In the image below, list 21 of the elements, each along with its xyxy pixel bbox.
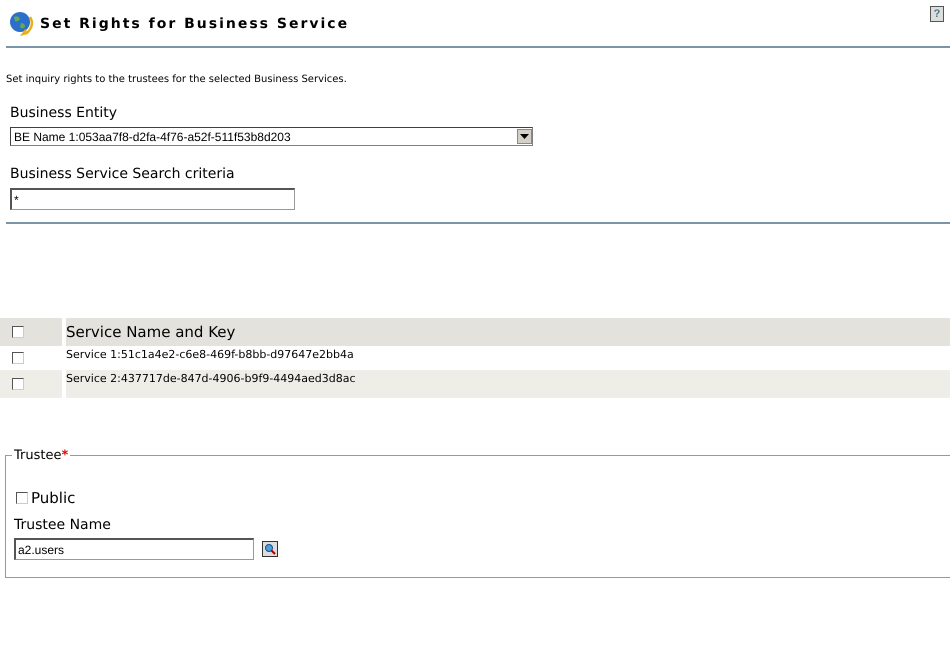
checkbox-label: Public: [31, 489, 76, 507]
trustee-name-field[interactable]: a2.users: [14, 538, 254, 560]
globe-icon: [8, 11, 34, 37]
row-checkbox[interactable]: [12, 378, 24, 390]
search-button[interactable]: [262, 541, 278, 557]
table-cell-text: Service 1:51c1a4e2-c6e8-469f-b8bb-d97647e2bb4a: [66, 347, 355, 363]
group-legend: Trustee: [14, 448, 62, 463]
table-cell: Service 2:437717de-847d-4906-b9f9-4494aed3d8ac: [66, 370, 950, 398]
description-text: Set inquiry rights to the trustees for the selected Business Services.: [6, 74, 348, 85]
field-label: Business Service Search criteria: [10, 166, 236, 182]
page-title: Set Rights for Business Service: [40, 16, 350, 32]
row-checkbox[interactable]: [12, 352, 24, 364]
required-mark: *: [61, 448, 68, 463]
field-label: Business Entity: [10, 105, 118, 121]
search-field[interactable]: *: [10, 188, 295, 210]
caret-icon: [520, 134, 529, 139]
field-label: Trustee Name: [14, 517, 112, 533]
select-all-checkbox[interactable]: [12, 326, 24, 338]
business-entity-dropdown[interactable]: BE Name 1:053aa7f8-d2fa-4f76-a52f-511f53b8d203: [10, 127, 533, 146]
public-checkbox[interactable]: [16, 492, 28, 504]
column-header: Service Name and Key: [66, 318, 950, 346]
